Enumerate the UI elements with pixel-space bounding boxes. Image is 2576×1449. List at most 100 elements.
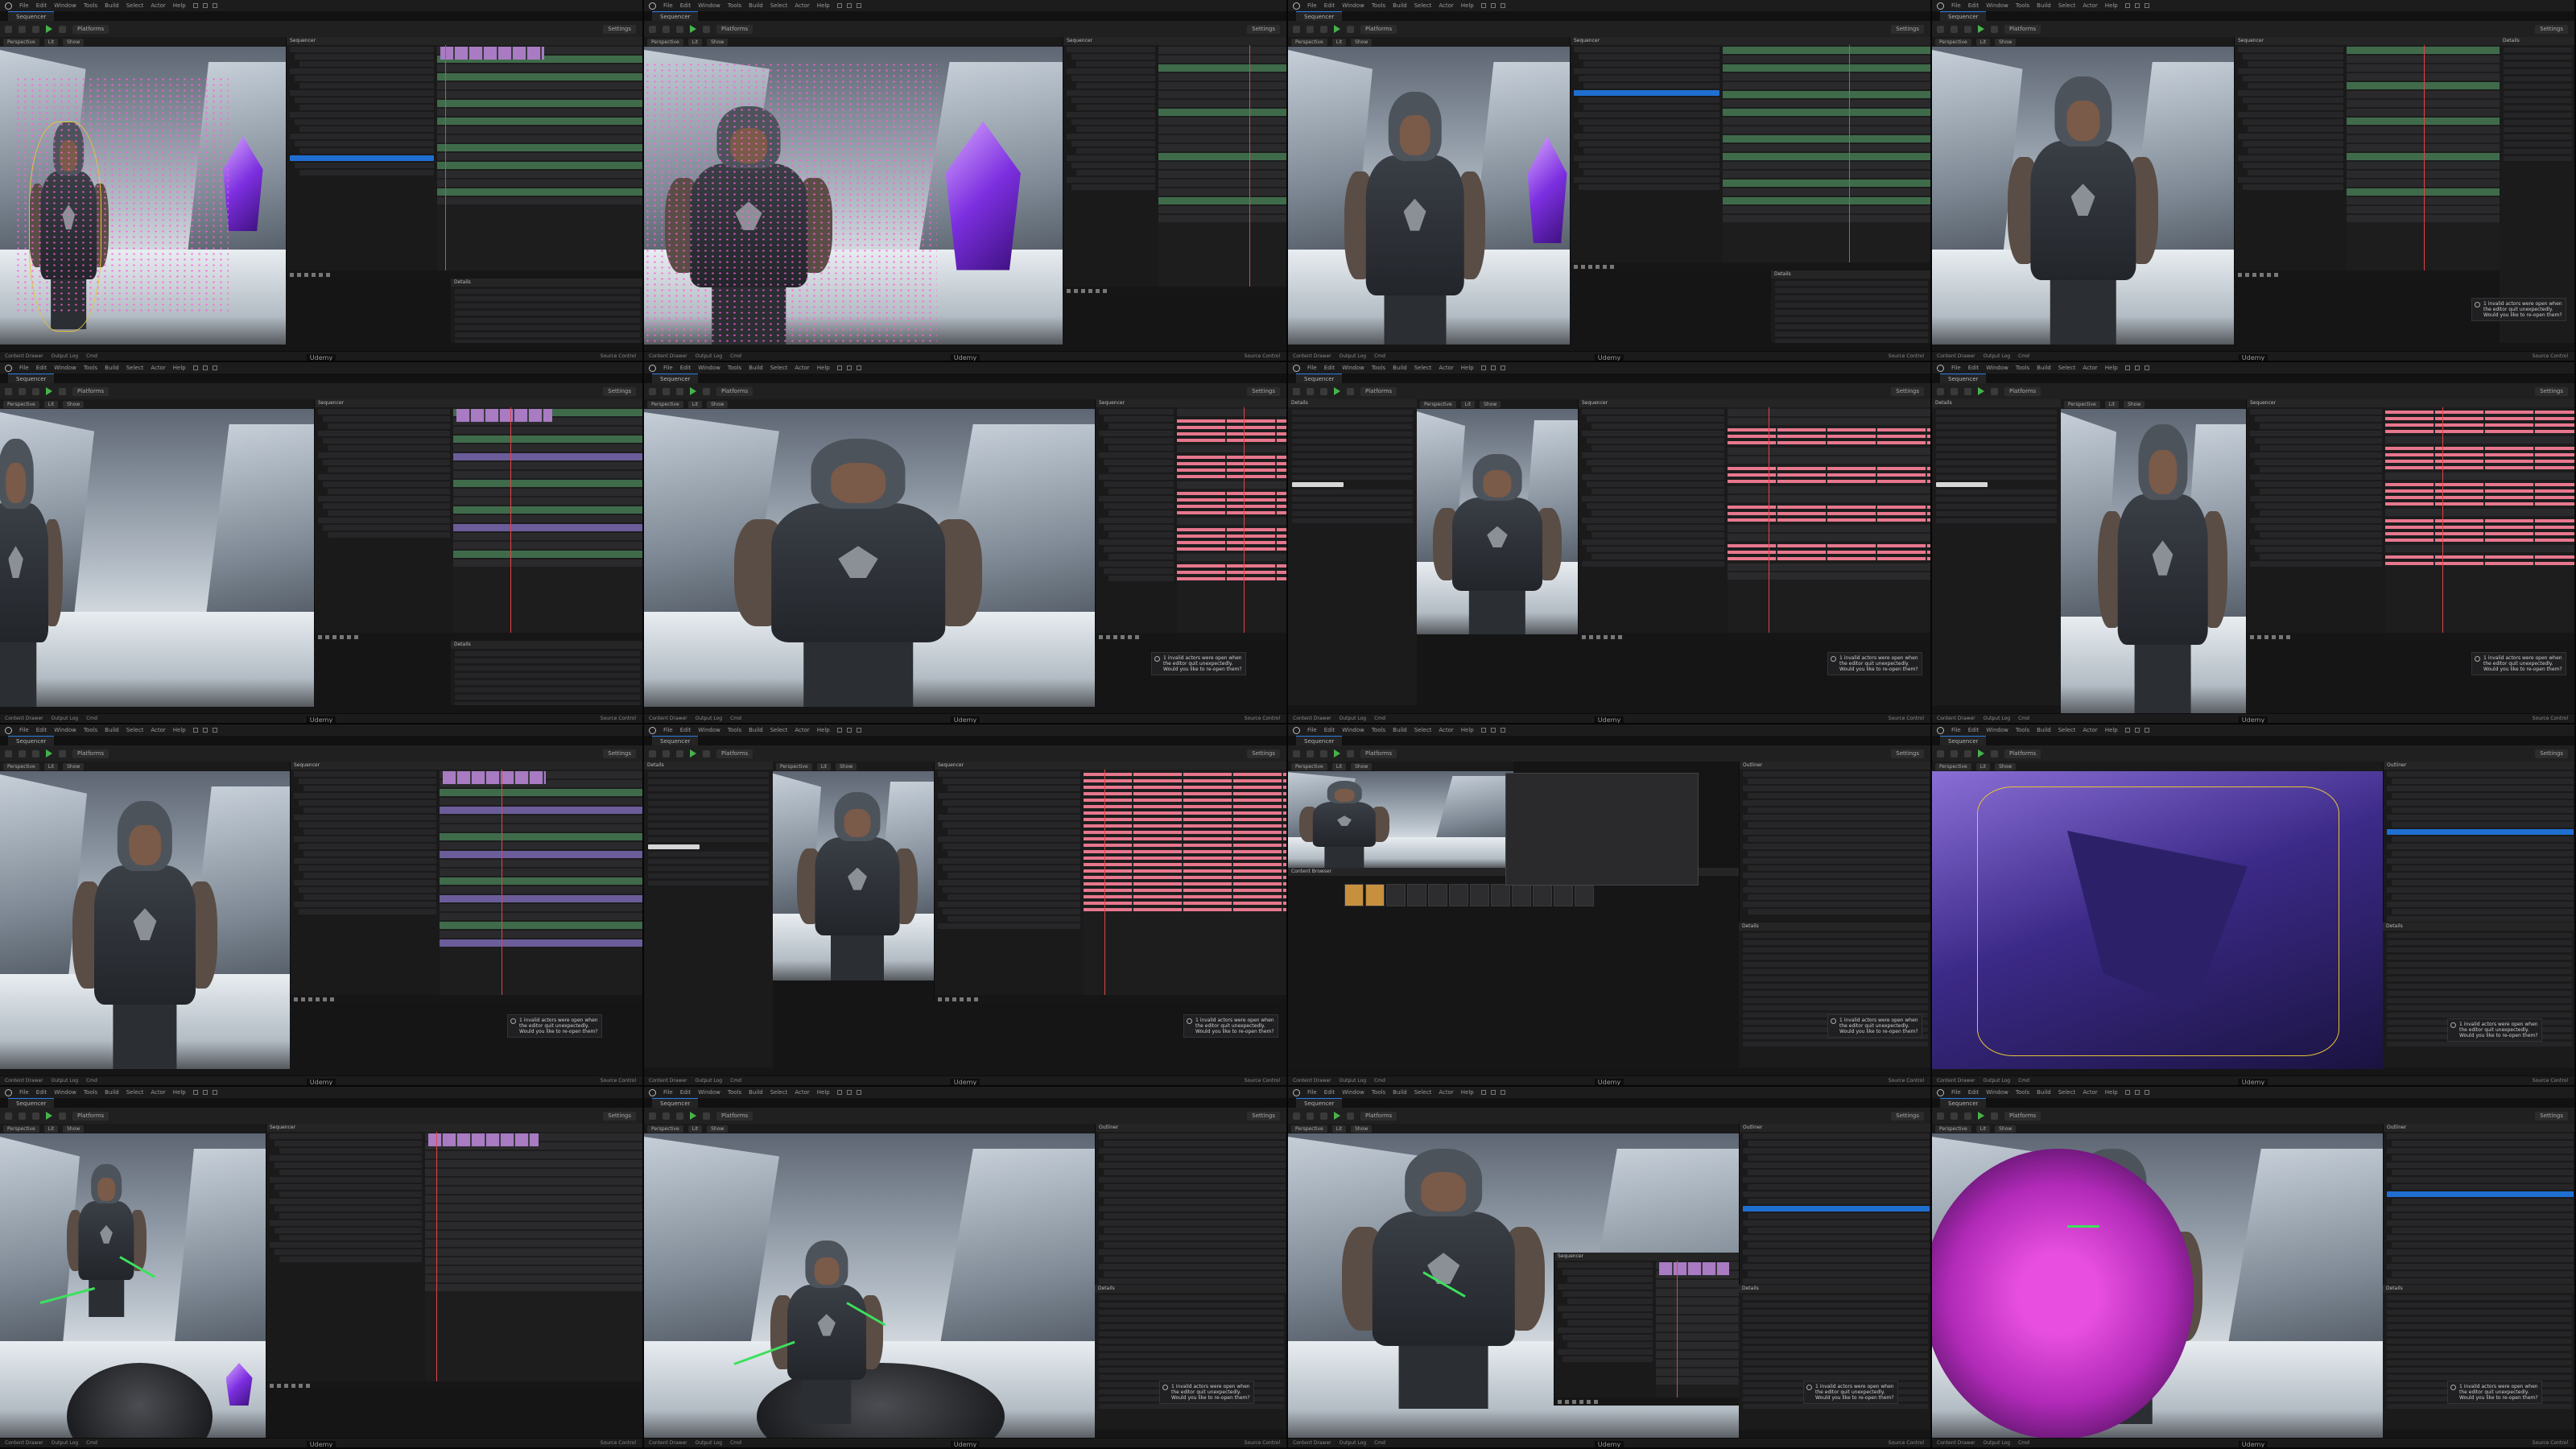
settings-button[interactable]: Settings: [1891, 1111, 1924, 1121]
property-row[interactable]: [2504, 47, 2572, 52]
menu-item-build[interactable]: Build: [1393, 727, 1407, 733]
track-row[interactable]: [1587, 438, 1724, 444]
outliner-row[interactable]: [1748, 1257, 1930, 1262]
property-row[interactable]: [2387, 976, 2572, 981]
timeline-track[interactable]: [1723, 171, 1930, 178]
track-row[interactable]: [1076, 148, 1155, 154]
menu-item-build[interactable]: Build: [2037, 2, 2051, 9]
viewport-show-button[interactable]: Show: [1351, 1125, 1373, 1133]
outliner-row[interactable]: [2387, 815, 2574, 820]
track-row[interactable]: [938, 923, 1080, 929]
track-row[interactable]: [1071, 163, 1155, 168]
platforms-button[interactable]: Platforms: [2004, 1111, 2041, 1121]
cmd-input[interactable]: Cmd: [1374, 1078, 1385, 1084]
asset-thumbnail[interactable]: [1449, 884, 1468, 906]
property-row[interactable]: [1743, 1310, 1928, 1315]
maximize-icon[interactable]: [202, 1090, 208, 1095]
track-row[interactable]: [1108, 445, 1174, 451]
timeline-track[interactable]: [2385, 430, 2574, 433]
track-row[interactable]: [303, 873, 436, 878]
track-row[interactable]: [1587, 525, 1724, 530]
track-row[interactable]: [1563, 1269, 1653, 1275]
track-row[interactable]: [318, 474, 450, 480]
cmd-input[interactable]: Cmd: [86, 1440, 97, 1446]
property-row[interactable]: [1099, 1331, 1284, 1336]
track-row[interactable]: [303, 807, 436, 813]
outliner-row[interactable]: [1748, 894, 1930, 900]
track-row[interactable]: [1104, 568, 1174, 574]
outliner-row[interactable]: [1743, 1220, 1930, 1226]
play-icon[interactable]: [1572, 1399, 1576, 1404]
more-options-icon[interactable]: [1347, 749, 1354, 758]
asset-thumbnail[interactable]: [1491, 884, 1510, 906]
viewport-show-button[interactable]: Show: [1351, 762, 1373, 770]
skip-back-icon[interactable]: [1582, 634, 1586, 639]
output-log-button[interactable]: Output Log: [1340, 1078, 1366, 1084]
skip-back-icon[interactable]: [290, 272, 294, 277]
menu-item-build[interactable]: Build: [2037, 727, 2051, 733]
timeline-track[interactable]: [1084, 895, 1286, 898]
track-row[interactable]: [1558, 1327, 1653, 1333]
menu-item-build[interactable]: Build: [749, 2, 763, 9]
track-row[interactable]: [1587, 416, 1724, 422]
menu-item-edit[interactable]: Edit: [1968, 365, 1979, 371]
track-row[interactable]: [938, 902, 1080, 907]
save-icon[interactable]: [1293, 749, 1300, 758]
close-icon[interactable]: [2144, 3, 2149, 8]
menu-item-edit[interactable]: Edit: [36, 365, 47, 371]
property-row[interactable]: [1743, 976, 1928, 981]
property-row[interactable]: [1292, 453, 1413, 458]
timeline-track[interactable]: [1177, 518, 1286, 525]
outliner-row[interactable]: [2392, 1242, 2574, 1248]
outliner-row[interactable]: [1743, 887, 1930, 893]
details-tab[interactable]: Details: [1288, 399, 1417, 407]
menu-item-window[interactable]: Window: [1986, 365, 2008, 371]
outliner-row[interactable]: [2392, 1199, 2574, 1204]
minimize-icon[interactable]: [2124, 728, 2130, 733]
track-row[interactable]: [290, 112, 434, 118]
content-drawer-button[interactable]: Content Drawer: [649, 1078, 687, 1084]
settings-button[interactable]: Settings: [2535, 24, 2568, 34]
track-row[interactable]: [1579, 184, 1719, 190]
track-row[interactable]: [1591, 445, 1724, 451]
playhead-marker[interactable]: [510, 407, 512, 633]
timeline-track[interactable]: [1084, 805, 1286, 808]
track-row[interactable]: [1558, 1284, 1653, 1290]
timeline-track[interactable]: [453, 462, 642, 469]
platforms-button[interactable]: Platforms: [716, 386, 753, 396]
track-row[interactable]: [279, 1257, 422, 1262]
outliner-row[interactable]: [1099, 1206, 1286, 1212]
source-control-button[interactable]: Source Control: [1245, 353, 1280, 359]
property-row[interactable]: [1936, 511, 2057, 516]
asset-thumbnail[interactable]: [1575, 884, 1594, 906]
property-row[interactable]: [1775, 281, 1928, 286]
menu-item-help[interactable]: Help: [1461, 1089, 1474, 1096]
output-log-button[interactable]: Output Log: [52, 1078, 78, 1084]
save-icon[interactable]: [5, 25, 12, 33]
property-row[interactable]: [2504, 127, 2572, 132]
property-row[interactable]: [1775, 310, 1928, 315]
mode-select-icon[interactable]: [1307, 387, 1314, 395]
timeline-track[interactable]: [1177, 426, 1286, 429]
details-tab[interactable]: Details: [1095, 1285, 1286, 1293]
menu-item-help[interactable]: Help: [2105, 727, 2118, 733]
menu-item-build[interactable]: Build: [1393, 1089, 1407, 1096]
viewport-perspective-button[interactable]: Perspective: [1935, 38, 1971, 46]
property-row[interactable]: [1936, 431, 2057, 436]
close-icon[interactable]: [856, 3, 861, 8]
timeline-track[interactable]: [440, 851, 642, 858]
property-row[interactable]: [1743, 984, 1928, 989]
menu-item-tools[interactable]: Tools: [1372, 2, 1385, 9]
property-row[interactable]: [1292, 410, 1413, 415]
outliner-row[interactable]: [1104, 1170, 1286, 1175]
timeline-track[interactable]: [1158, 73, 1286, 80]
timeline-track[interactable]: [1723, 197, 1930, 204]
menu-item-window[interactable]: Window: [1342, 727, 1364, 733]
property-row[interactable]: [648, 859, 769, 864]
level-tab[interactable]: Sequencer: [652, 373, 699, 384]
menu-item-help[interactable]: Help: [173, 365, 186, 371]
platforms-button[interactable]: Platforms: [716, 749, 753, 758]
track-row[interactable]: [290, 68, 434, 74]
property-row[interactable]: [1099, 1368, 1284, 1373]
property-row[interactable]: [2387, 984, 2572, 989]
